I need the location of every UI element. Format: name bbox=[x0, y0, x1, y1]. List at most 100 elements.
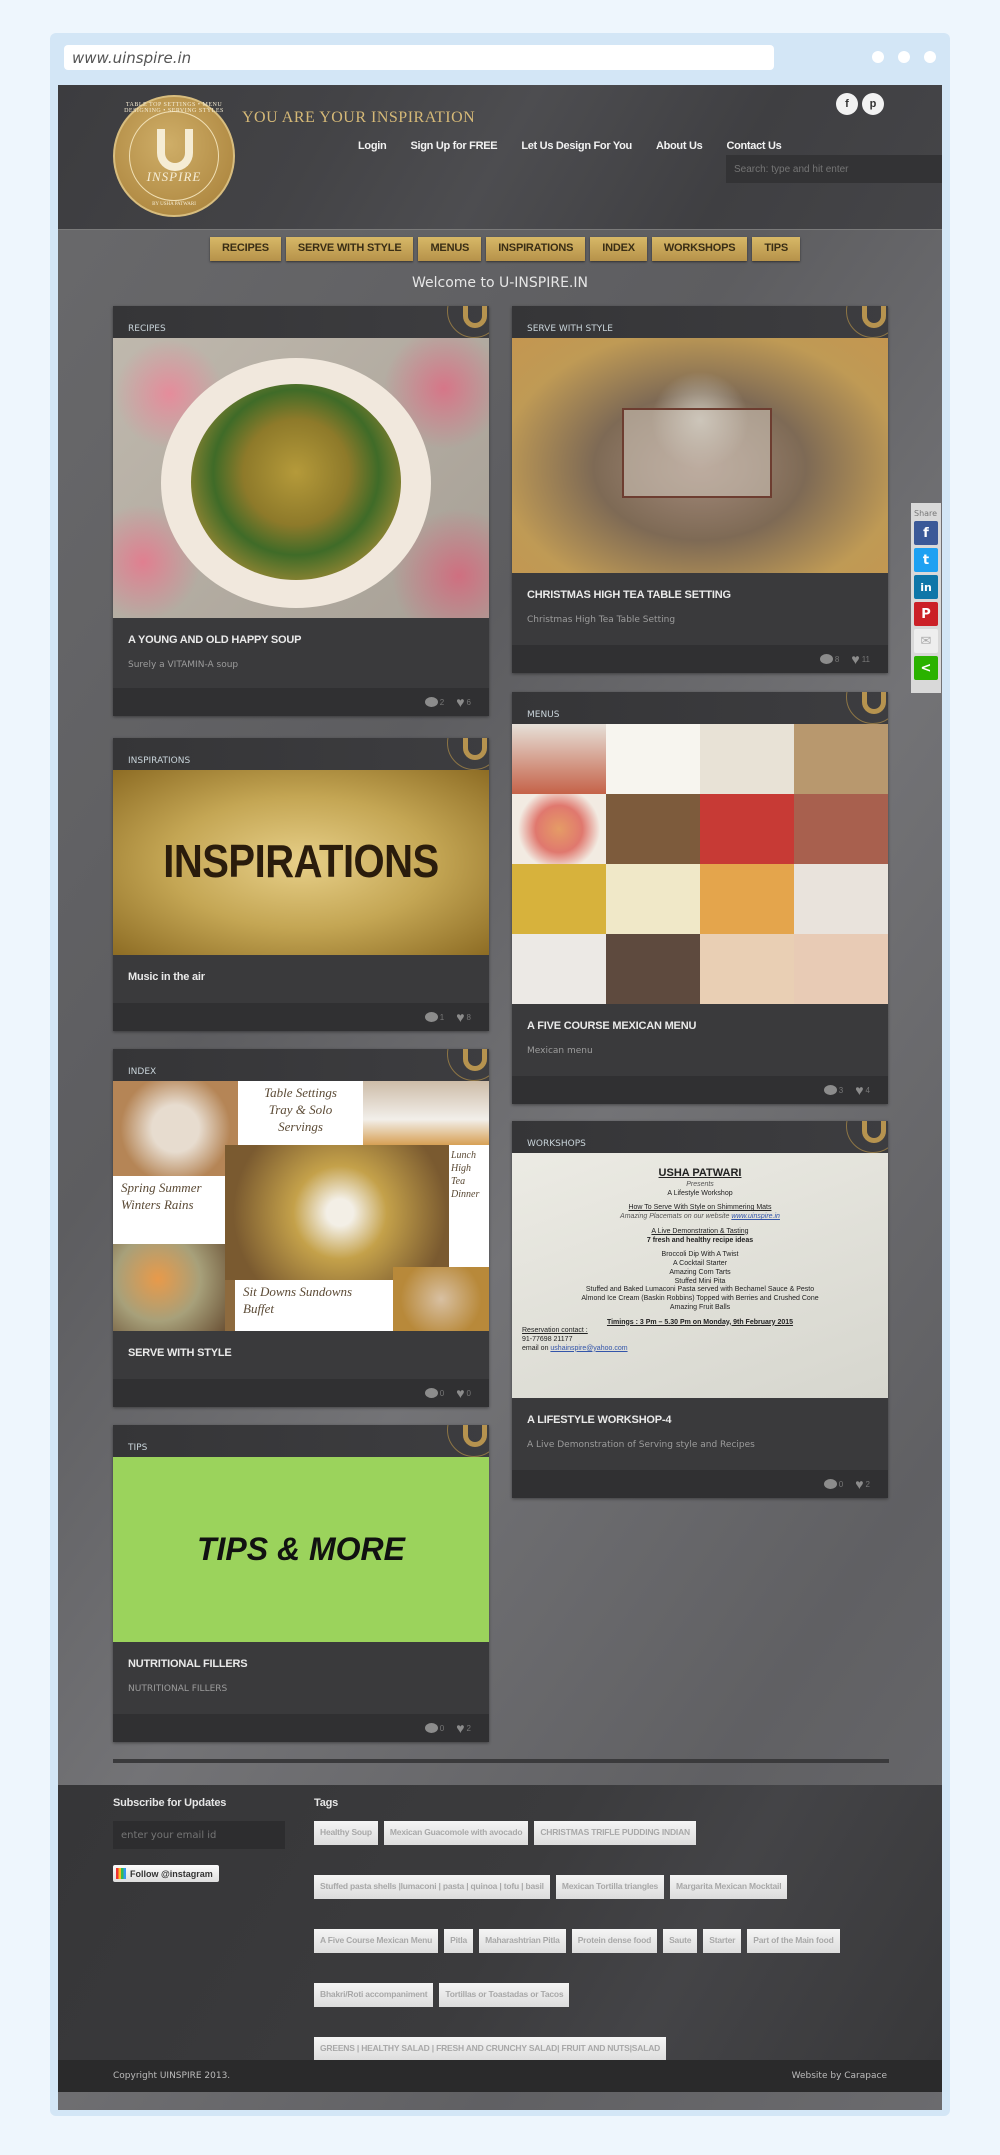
card-category[interactable]: WORKSHOPS bbox=[527, 1139, 586, 1149]
instagram-follow-button[interactable]: Follow @instagram bbox=[113, 1865, 219, 1882]
pinterest-icon[interactable]: p bbox=[862, 93, 884, 115]
image-text: Sit Downs Sundowns Buffet bbox=[235, 1280, 393, 1331]
high-tea-table-image[interactable] bbox=[512, 338, 888, 573]
card-title[interactable]: SERVE WITH STYLE bbox=[128, 1347, 474, 1359]
nav-design-for-you[interactable]: Let Us Design For You bbox=[521, 140, 632, 152]
comment-count-value: 2 bbox=[439, 697, 445, 707]
category-index[interactable]: INDEX bbox=[590, 237, 647, 261]
comment-count[interactable]: 1 bbox=[424, 1012, 444, 1022]
tags-section: Tags Healthy Soup Mexican Guacomole with… bbox=[314, 1797, 874, 2061]
comment-count[interactable]: 3 bbox=[823, 1085, 843, 1095]
post-card-serve-with-style[interactable]: SERVE WITH STYLE CHRISTMAS HIGH TEA TABL… bbox=[512, 306, 888, 673]
card-header: TIPS bbox=[113, 1425, 489, 1457]
like-count[interactable]: ♥ 2 bbox=[456, 1721, 471, 1735]
like-count[interactable]: ♥ 6 bbox=[456, 695, 471, 709]
search-input[interactable] bbox=[726, 155, 942, 183]
card-category[interactable]: TIPS bbox=[128, 1443, 147, 1453]
nav-about[interactable]: About Us bbox=[656, 140, 703, 152]
card-title[interactable]: CHRISTMAS HIGH TEA TABLE SETTING bbox=[527, 589, 873, 601]
post-card-menus[interactable]: MENUS A FIVE COURSE MEXICAN MENU Mexican… bbox=[512, 692, 888, 1104]
tag-link[interactable]: Stuffed pasta shells |lumaconi | pasta |… bbox=[314, 1875, 550, 1899]
card-description: Surely a VITAMIN-A soup bbox=[128, 660, 239, 670]
subscribe-email-input[interactable] bbox=[113, 1821, 285, 1849]
tag-link[interactable]: Maharashtrian Pitla bbox=[479, 1929, 566, 1953]
post-card-index[interactable]: INDEX Table Settings Tray & Solo Serving… bbox=[113, 1049, 489, 1407]
tag-link[interactable]: GREENS | HEALTHY SALAD | FRESH AND CRUNC… bbox=[314, 2037, 667, 2061]
share-pinterest-icon[interactable]: P bbox=[914, 602, 938, 626]
share-more-icon[interactable]: < bbox=[914, 656, 938, 680]
card-title[interactable]: Music in the air bbox=[128, 971, 474, 983]
like-count[interactable]: ♥ 4 bbox=[855, 1083, 870, 1097]
flyer-item: Almond Ice Cream (Baskin Robbins) Topped… bbox=[581, 1295, 819, 1302]
comment-count[interactable]: 0 bbox=[823, 1479, 843, 1489]
card-category[interactable]: MENUS bbox=[527, 710, 559, 720]
tag-link[interactable]: Bhakri/Roti accompaniment bbox=[314, 1983, 434, 2007]
card-body: Music in the air bbox=[113, 955, 489, 1003]
facebook-icon[interactable]: f bbox=[836, 93, 858, 115]
url-bar[interactable]: www.uinspire.in bbox=[64, 45, 774, 70]
tag-link[interactable]: Mexican Tortilla triangles bbox=[555, 1875, 665, 1899]
share-linkedin-icon[interactable]: in bbox=[914, 575, 938, 599]
tag-link[interactable]: Saute bbox=[663, 1929, 698, 1953]
comment-count[interactable]: 8 bbox=[819, 654, 840, 664]
tag-link[interactable]: Tortillas or Toastadas or Tacos bbox=[439, 1983, 570, 2007]
credit-link[interactable]: Website by Carapace bbox=[792, 2071, 887, 2081]
card-title[interactable]: A YOUNG AND OLD HAPPY SOUP bbox=[128, 634, 474, 646]
share-facebook-icon[interactable]: f bbox=[914, 521, 938, 545]
mexican-menu-collage-image[interactable] bbox=[512, 724, 888, 1004]
card-title[interactable]: A LIFESTYLE WORKSHOP-4 bbox=[527, 1414, 873, 1426]
post-card-tips[interactable]: TIPS TIPS & MORE NUTRITIONAL FILLERS NUT… bbox=[113, 1425, 489, 1742]
index-collage-image[interactable]: Table Settings Tray & Solo Servings Spri… bbox=[113, 1081, 489, 1331]
nav-login[interactable]: Login bbox=[358, 140, 387, 152]
comment-count[interactable]: 0 bbox=[424, 1723, 444, 1733]
soup-image[interactable] bbox=[113, 338, 489, 618]
category-tips[interactable]: TIPS bbox=[752, 237, 801, 261]
nav-signup[interactable]: Sign Up for FREE bbox=[410, 140, 497, 152]
card-title[interactable]: NUTRITIONAL FILLERS bbox=[128, 1658, 474, 1670]
window-dot[interactable] bbox=[924, 51, 936, 63]
like-count[interactable]: ♥ 11 bbox=[851, 652, 870, 666]
card-title[interactable]: A FIVE COURSE MEXICAN MENU bbox=[527, 1020, 873, 1032]
card-category[interactable]: RECIPES bbox=[128, 324, 166, 334]
category-inspirations[interactable]: INSPIRATIONS bbox=[486, 237, 586, 261]
share-twitter-icon[interactable]: t bbox=[914, 548, 938, 572]
window-dot[interactable] bbox=[872, 51, 884, 63]
card-category[interactable]: INSPIRATIONS bbox=[128, 756, 190, 766]
card-header: WORKSHOPS bbox=[512, 1121, 888, 1153]
comment-count-value: 8 bbox=[834, 654, 840, 664]
comment-count[interactable]: 0 bbox=[424, 1388, 445, 1398]
like-count[interactable]: ♥ 2 bbox=[855, 1477, 870, 1491]
heart-icon: ♥ bbox=[456, 1009, 465, 1025]
tag-link[interactable]: Margarita Mexican Mocktail bbox=[670, 1875, 788, 1899]
card-category[interactable]: INDEX bbox=[128, 1067, 156, 1077]
tag-link[interactable]: CHRISTMAS TRIFLE PUDDING INDIAN bbox=[534, 1821, 696, 1845]
post-card-workshops[interactable]: WORKSHOPS USHA PATWARI Presents A Lifest… bbox=[512, 1121, 888, 1498]
share-email-icon[interactable]: ✉ bbox=[914, 629, 938, 653]
like-count[interactable]: ♥ 8 bbox=[456, 1010, 471, 1024]
tag-link[interactable]: Part of the Main food bbox=[747, 1929, 840, 1953]
post-card-recipes[interactable]: RECIPES A YOUNG AND OLD HAPPY SOUP Surel… bbox=[113, 306, 489, 716]
card-category[interactable]: SERVE WITH STYLE bbox=[527, 324, 613, 334]
comment-count-value: 0 bbox=[439, 1388, 445, 1398]
category-recipes[interactable]: RECIPES bbox=[210, 237, 281, 261]
post-card-inspirations[interactable]: INSPIRATIONS INSPIRATIONS Music in the a… bbox=[113, 738, 489, 1031]
nav-contact[interactable]: Contact Us bbox=[726, 140, 781, 152]
inspirations-image[interactable]: INSPIRATIONS bbox=[113, 770, 489, 955]
tag-link[interactable]: Pitla bbox=[444, 1929, 474, 1953]
like-count[interactable]: ♥ 0 bbox=[456, 1386, 471, 1400]
tag-link[interactable]: A Five Course Mexican Menu bbox=[314, 1929, 439, 1953]
flyer-item: Stuffed Mini Pita bbox=[674, 1277, 726, 1285]
tag-link[interactable]: Starter bbox=[703, 1929, 742, 1953]
tag-link[interactable]: Healthy Soup bbox=[314, 1821, 378, 1845]
category-menus[interactable]: MENUS bbox=[418, 237, 482, 261]
site-logo[interactable]: TABLE TOP SETTINGS • MENU DESIGNING • SE… bbox=[113, 95, 235, 217]
workshop-flyer-image[interactable]: USHA PATWARI Presents A Lifestyle Worksh… bbox=[512, 1153, 888, 1398]
category-workshops[interactable]: WORKSHOPS bbox=[651, 237, 748, 261]
category-serve-with-style[interactable]: SERVE WITH STYLE bbox=[285, 237, 414, 261]
window-dot[interactable] bbox=[898, 51, 910, 63]
comment-count[interactable]: 2 bbox=[424, 697, 445, 707]
tips-image[interactable]: TIPS & MORE bbox=[113, 1457, 489, 1642]
logo-watermark-icon bbox=[830, 692, 888, 724]
tag-link[interactable]: Mexican Guacomole with avocado bbox=[383, 1821, 529, 1845]
tag-link[interactable]: Protein dense food bbox=[571, 1929, 658, 1953]
